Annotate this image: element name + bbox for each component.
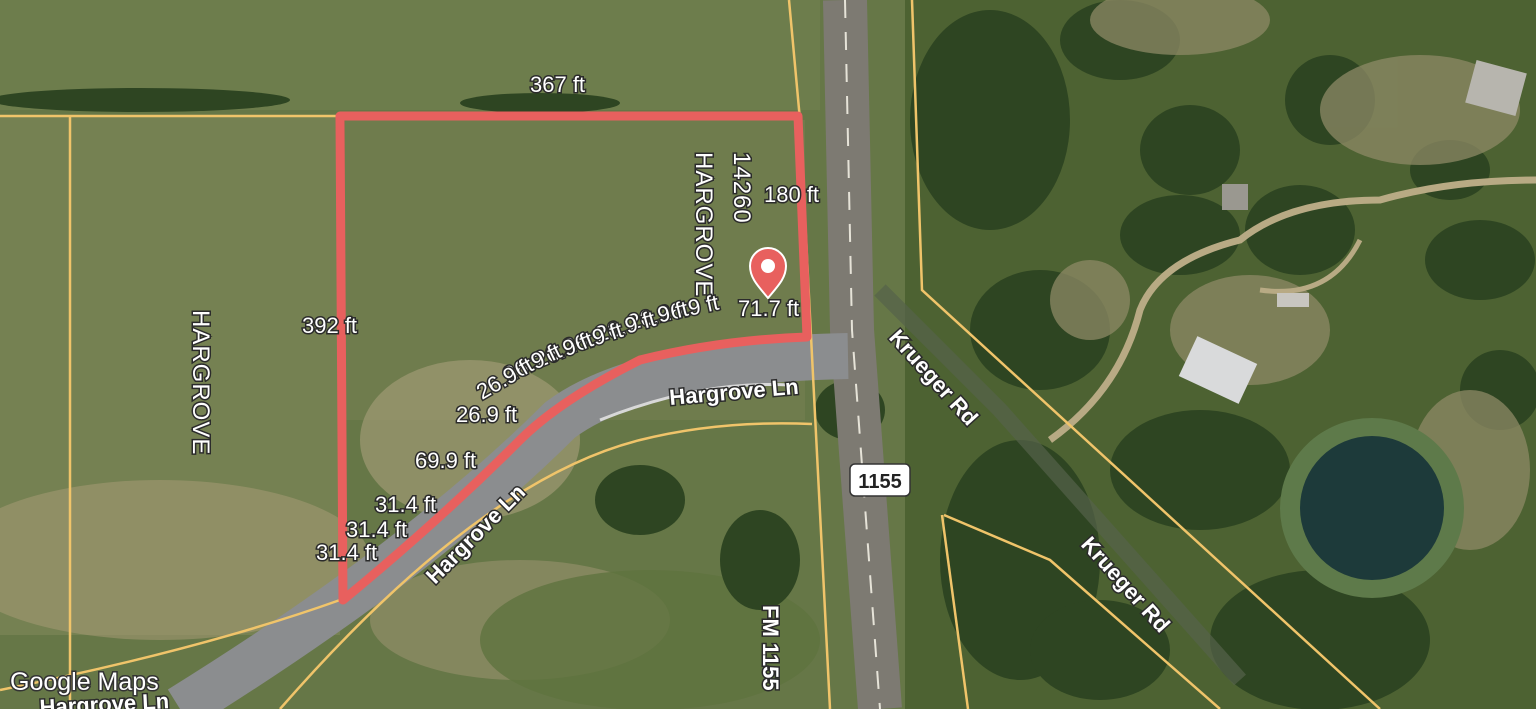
measure-segment-3: 31.4 ft xyxy=(316,540,377,565)
google-maps-logo: Google Maps xyxy=(10,668,159,696)
satellite-map[interactable]: HARGROVE HARGROVE 14260 Hargrove Ln Harg… xyxy=(0,0,1536,709)
measure-corner: 71.7 ft xyxy=(738,296,799,321)
pond xyxy=(1300,436,1444,580)
measure-top: 367 ft xyxy=(530,72,585,97)
route-shield: 1155 xyxy=(849,463,911,497)
parcel-label-main-number: 14260 xyxy=(728,152,755,224)
road-label-fm-1155: FM 1155 xyxy=(758,605,783,691)
measure-curve-long: 69.9 ft xyxy=(415,448,476,473)
measure-segment-1: 31.4 ft xyxy=(375,492,436,517)
measure-curve-8: 26.9 ft xyxy=(456,402,517,427)
measure-segment-2: 31.4 ft xyxy=(346,517,407,542)
measure-right: 180 ft xyxy=(764,182,819,207)
route-shield-number: 1155 xyxy=(858,471,901,493)
parcel-label-main-owner: HARGROVE xyxy=(690,152,717,297)
parcel-label-west: HARGROVE xyxy=(187,310,214,455)
measure-left: 392 ft xyxy=(302,313,357,338)
